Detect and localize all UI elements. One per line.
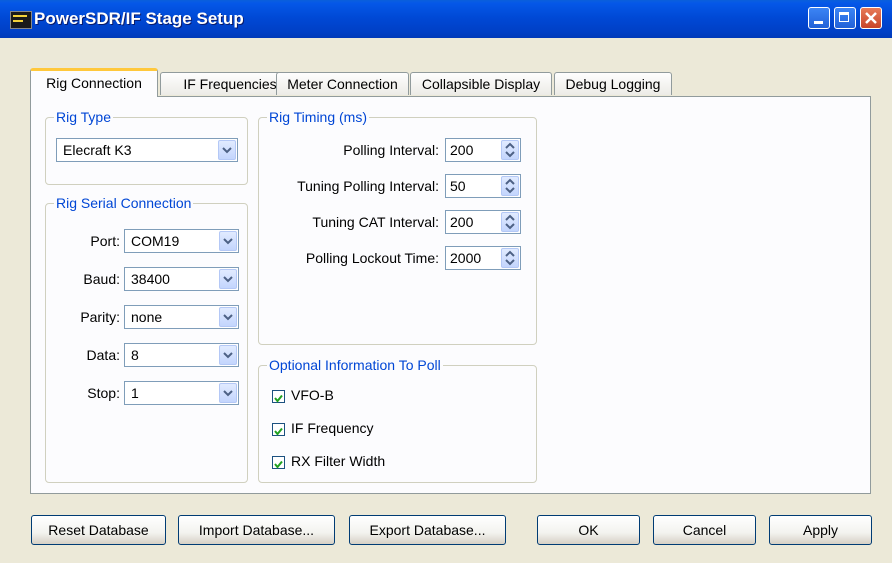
data-bits-select[interactable]: 8 xyxy=(124,343,239,367)
rig-type-group-label: Rig Type xyxy=(54,109,113,125)
baud-select[interactable]: 38400 xyxy=(124,267,239,291)
rig-type-select[interactable]: Elecraft K3 xyxy=(56,138,238,162)
check-icon xyxy=(274,394,283,403)
stop-bits-select[interactable]: 1 xyxy=(124,381,239,405)
window-title: PowerSDR/IF Stage Setup xyxy=(34,9,244,28)
close-button[interactable] xyxy=(860,7,882,29)
minimize-button[interactable] xyxy=(808,7,830,29)
chevron-down-icon[interactable] xyxy=(219,231,237,251)
if-frequency-label[interactable]: IF Frequency xyxy=(291,420,373,436)
polling-lockout-time-spinner[interactable]: 2000 xyxy=(445,246,521,270)
rx-filter-width-label[interactable]: RX Filter Width xyxy=(291,453,385,469)
rig-type-group: Rig Type Elecraft K3 xyxy=(45,109,248,185)
tab-debug-logging[interactable]: Debug Logging xyxy=(554,72,672,95)
maximize-button[interactable] xyxy=(834,7,856,29)
tab-panel: Rig Type Elecraft K3 Rig Serial Connecti… xyxy=(30,96,871,494)
serial-group-label: Rig Serial Connection xyxy=(54,195,194,211)
export-database-button[interactable]: Export Database... xyxy=(349,515,506,545)
spin-updown-icon[interactable] xyxy=(501,140,519,160)
setup-window: PowerSDR/IF Stage Setup Rig Connection I… xyxy=(0,0,892,563)
serial-group: Rig Serial Connection Port: COM19 Baud: … xyxy=(45,195,248,483)
ok-button[interactable]: OK xyxy=(537,515,640,545)
polling-interval-value: 200 xyxy=(450,142,474,158)
spin-updown-icon[interactable] xyxy=(501,176,519,196)
baud-value: 38400 xyxy=(131,271,170,287)
rig-type-value: Elecraft K3 xyxy=(63,142,132,158)
chevron-down-icon[interactable] xyxy=(218,140,236,160)
parity-value: none xyxy=(131,309,163,325)
apply-button[interactable]: Apply xyxy=(769,515,872,545)
polling-lockout-time-value: 2000 xyxy=(450,250,482,266)
spin-updown-icon[interactable] xyxy=(501,212,519,232)
data-bits-label: Data: xyxy=(86,347,120,363)
tab-collapsible-display[interactable]: Collapsible Display xyxy=(410,72,552,95)
title-bar[interactable]: PowerSDR/IF Stage Setup xyxy=(0,0,892,38)
parity-label: Parity: xyxy=(80,309,120,325)
tuning-cat-interval-value: 200 xyxy=(450,214,474,230)
tab-rig-connection[interactable]: Rig Connection xyxy=(30,68,158,97)
data-bits-value: 8 xyxy=(131,347,139,363)
parity-select[interactable]: none xyxy=(124,305,239,329)
chevron-down-icon[interactable] xyxy=(219,269,237,289)
check-icon xyxy=(274,427,283,436)
port-select[interactable]: COM19 xyxy=(124,229,239,253)
spin-updown-icon[interactable] xyxy=(501,248,519,268)
chevron-down-icon[interactable] xyxy=(219,345,237,365)
port-value: COM19 xyxy=(131,233,180,249)
close-icon xyxy=(865,12,877,24)
check-icon xyxy=(274,460,283,469)
port-label: Port: xyxy=(90,233,120,249)
app-icon xyxy=(10,11,32,29)
tuning-cat-interval-spinner[interactable]: 200 xyxy=(445,210,521,234)
timing-group: Rig Timing (ms) Polling Interval: 200 Tu… xyxy=(258,109,537,345)
if-frequency-checkbox[interactable] xyxy=(272,423,285,436)
tuning-polling-interval-value: 50 xyxy=(450,178,466,194)
timing-group-label: Rig Timing (ms) xyxy=(267,109,370,125)
tuning-polling-interval-spinner[interactable]: 50 xyxy=(445,174,521,198)
polling-interval-label: Polling Interval: xyxy=(343,142,439,158)
optional-info-group: Optional Information To Poll VFO-B IF Fr… xyxy=(258,357,537,483)
stop-bits-label: Stop: xyxy=(87,385,120,401)
stop-bits-value: 1 xyxy=(131,385,139,401)
baud-label: Baud: xyxy=(83,271,120,287)
minimize-icon xyxy=(814,21,823,24)
tuning-polling-interval-label: Tuning Polling Interval: xyxy=(297,178,439,194)
rx-filter-width-checkbox[interactable] xyxy=(272,456,285,469)
reset-database-button[interactable]: Reset Database xyxy=(31,515,166,545)
tuning-cat-interval-label: Tuning CAT Interval: xyxy=(312,214,439,230)
cancel-button[interactable]: Cancel xyxy=(653,515,756,545)
import-database-button[interactable]: Import Database... xyxy=(178,515,335,545)
vfo-b-checkbox[interactable] xyxy=(272,390,285,403)
maximize-icon xyxy=(839,12,849,22)
tab-meter-connection[interactable]: Meter Connection xyxy=(276,72,409,95)
optional-info-group-label: Optional Information To Poll xyxy=(267,357,443,373)
chevron-down-icon[interactable] xyxy=(219,307,237,327)
polling-lockout-time-label: Polling Lockout Time: xyxy=(305,250,439,266)
chevron-down-icon[interactable] xyxy=(219,383,237,403)
vfo-b-label[interactable]: VFO-B xyxy=(291,387,334,403)
polling-interval-spinner[interactable]: 200 xyxy=(445,138,521,162)
